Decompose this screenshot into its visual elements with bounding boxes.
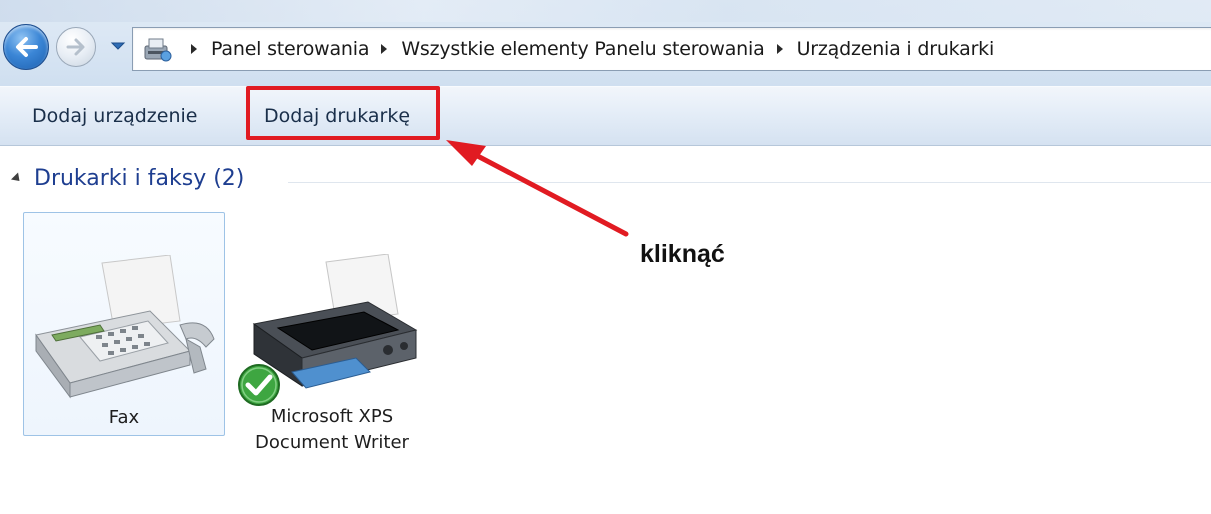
navigation-bar: Panel sterowania Wszystkie elementy Pane…: [0, 0, 1211, 86]
add-device-button[interactable]: Dodaj urządzenie: [32, 87, 197, 145]
device-label: Microsoft XPS Document Writer: [232, 404, 432, 456]
annotation-text: kliknąć: [640, 240, 725, 268]
back-button[interactable]: [3, 24, 49, 70]
history-dropdown-button[interactable]: [110, 38, 126, 54]
back-arrow-icon: [16, 37, 38, 57]
forward-arrow-icon: [66, 38, 85, 56]
highlight-box: [246, 86, 440, 140]
group-divider: [288, 182, 1211, 183]
forward-button[interactable]: [56, 27, 96, 67]
history-dropdown-icon: [110, 42, 126, 50]
command-bar: Dodaj urządzenie Dodaj drukarkę: [0, 86, 1211, 146]
breadcrumb-separator-icon[interactable]: [191, 44, 197, 54]
breadcrumb-all-items[interactable]: Wszystkie elementy Panelu sterowania: [401, 38, 764, 60]
device-label-line2: Document Writer: [255, 432, 409, 453]
device-tile-xps-writer[interactable]: Microsoft XPS Document Writer: [232, 212, 432, 462]
device-tile-fax[interactable]: Fax: [23, 212, 225, 436]
device-label: Fax: [108, 407, 140, 428]
breadcrumb-separator-icon[interactable]: [381, 44, 388, 54]
device-label-line1: Microsoft XPS: [270, 406, 394, 427]
control-panel-icon: [144, 38, 172, 62]
group-title: Drukarki i faksy (2): [34, 166, 245, 191]
collapse-triangle-icon[interactable]: [10, 172, 24, 185]
breadcrumb-devices-printers[interactable]: Urządzenia i drukarki: [797, 38, 995, 60]
breadcrumb-separator-icon[interactable]: [776, 44, 783, 54]
default-checkmark-icon: [238, 364, 280, 406]
breadcrumb-control-panel[interactable]: Panel sterowania: [211, 38, 370, 60]
breadcrumb: Panel sterowania Wszystkie elementy Pane…: [179, 28, 994, 70]
fax-icon: [35, 255, 215, 399]
group-header[interactable]: Drukarki i faksy (2): [10, 166, 245, 191]
address-bar[interactable]: Panel sterowania Wszystkie elementy Pane…: [132, 27, 1211, 71]
